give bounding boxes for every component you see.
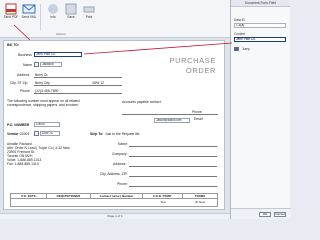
printer-icon bbox=[83, 6, 95, 13]
table-cell-terms[interactable]: Jb Now bbox=[183, 199, 217, 205]
jump-label[interactable]: Jump bbox=[242, 47, 250, 51]
context-label: Context bbox=[234, 32, 245, 36]
purchase-order-page: Bill TO: PURCHASE ORDER Business Jenn Pi… bbox=[3, 40, 225, 210]
email-field[interactable]: Jason@Bard.com bbox=[154, 118, 190, 123]
table-header-contact: Contact name | Number bbox=[91, 194, 143, 199]
bill-to-heading: Bill TO: bbox=[7, 43, 19, 47]
name-field[interactable]: Jackson bbox=[40, 62, 62, 67]
business-label: Business bbox=[18, 53, 32, 57]
cancel-button[interactable]: Cancel bbox=[274, 212, 286, 217]
correspondence-note: The following number must appear on all … bbox=[7, 99, 80, 107]
data-id-field[interactable]: 1.1(a) bbox=[234, 23, 286, 28]
ship-city-label: City, Address, ZIP: bbox=[100, 172, 128, 176]
ribbon-group-label: Actions bbox=[56, 32, 66, 36]
panel-footer: OK Cancel bbox=[231, 208, 291, 219]
send-xml-label: Send XML bbox=[21, 15, 37, 19]
ship-company-label: Company: bbox=[112, 152, 128, 156]
print-label: Print bbox=[85, 15, 93, 19]
business-field[interactable]: Jenn Pike Co. bbox=[34, 52, 82, 57]
info-icon bbox=[48, 4, 58, 14]
ship-name-label: Name: bbox=[118, 142, 128, 146]
status-bar: Page 1 of 1 bbox=[0, 213, 230, 219]
accounts-payable-label: Accounts payable contact bbox=[122, 100, 161, 104]
ship-company-underline bbox=[129, 156, 217, 157]
address-label: Address bbox=[17, 73, 30, 77]
send-xml-button[interactable]: Send XML bbox=[20, 3, 38, 31]
jump-icon[interactable] bbox=[234, 47, 239, 51]
table-header-requisitioner: REQUISITIONER bbox=[47, 194, 91, 199]
context-field[interactable]: Jenn Pike Co. bbox=[234, 37, 286, 42]
city-underline bbox=[34, 85, 122, 86]
vendor-checkbox[interactable] bbox=[34, 131, 39, 136]
ship-to-note: Just to the Request list bbox=[105, 132, 140, 136]
table-cell-fob[interactable]: Test bbox=[143, 199, 183, 205]
po-number-label: P.O. NUMBER bbox=[7, 123, 30, 127]
send-pdf-label: Send PDF bbox=[3, 15, 19, 19]
city-label: City, ST Zip bbox=[10, 81, 28, 85]
ship-name-underline bbox=[129, 146, 217, 147]
ship-address-label: Address: bbox=[113, 162, 127, 166]
ribbon-toolbar: Send PDF Send XML Info Save Print Action… bbox=[0, 0, 230, 38]
save-button[interactable]: Save bbox=[62, 3, 80, 31]
app-window: Send PDF Send XML Info Save Print Action… bbox=[0, 0, 291, 219]
ok-button[interactable]: OK bbox=[259, 212, 271, 217]
info-label: Info bbox=[50, 15, 56, 19]
ship-phone-underline bbox=[129, 186, 217, 187]
mail-icon bbox=[22, 4, 36, 14]
info-button[interactable]: Info bbox=[44, 3, 62, 31]
vendor-label: Vendor: bbox=[7, 132, 20, 136]
ship-address-underline bbox=[129, 166, 217, 167]
purchase-title: PURCHASE bbox=[169, 56, 216, 65]
panel-title: Document-Form-Field bbox=[231, 0, 290, 7]
field-properties-panel: Document-Form-Field Data ID 1.1(a) Conte… bbox=[230, 0, 291, 219]
vendor-block-line-6: Fax: 1-888-889-1313 bbox=[7, 162, 39, 166]
ribbon-divider bbox=[40, 4, 41, 30]
data-id-label: Data ID bbox=[234, 18, 245, 22]
order-details-table: P.O. DATE REQUISITIONER Contact name | N… bbox=[10, 193, 218, 207]
table-header-po-date: P.O. DATE bbox=[11, 194, 47, 199]
vendor-field[interactable]: Dow JC bbox=[40, 131, 60, 136]
ship-to-label: Ship To: bbox=[90, 132, 104, 136]
send-pdf-button[interactable]: Send PDF bbox=[2, 3, 20, 31]
phone-underline bbox=[34, 93, 122, 94]
pdf-icon bbox=[5, 3, 17, 15]
po-number-field[interactable]: 10000 bbox=[34, 122, 60, 127]
ship-city-underline bbox=[129, 176, 217, 177]
name-checkbox[interactable] bbox=[34, 62, 39, 67]
address-underline bbox=[34, 77, 122, 78]
print-button[interactable]: Print bbox=[80, 3, 98, 31]
vendor-number: 20001 bbox=[20, 132, 30, 136]
phone-label: Phone bbox=[20, 89, 30, 93]
name-label: Name bbox=[23, 63, 33, 67]
contact-phone-underline bbox=[122, 114, 218, 115]
order-title: ORDER bbox=[185, 66, 216, 75]
save-icon bbox=[65, 3, 77, 15]
save-label: Save bbox=[67, 15, 75, 19]
ship-phone-label: Phone: bbox=[117, 182, 128, 186]
email-label: Email bbox=[194, 117, 203, 121]
